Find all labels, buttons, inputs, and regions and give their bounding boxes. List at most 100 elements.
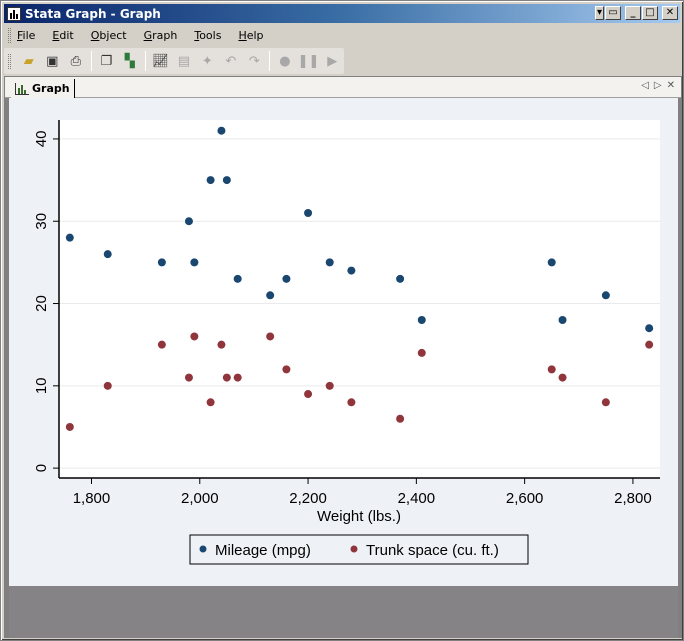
play-icon: ▶	[327, 53, 338, 69]
minimize-button[interactable]: _	[625, 6, 641, 20]
x-tick-label: 2,600	[506, 490, 544, 507]
toolbar-separator	[144, 51, 146, 71]
plot-region	[59, 120, 660, 478]
menu-edit[interactable]: Edit	[52, 29, 73, 42]
mileage-point	[157, 258, 166, 267]
trunk-point	[103, 381, 112, 390]
object-browser-button[interactable]: ▤	[173, 50, 195, 72]
menu-help[interactable]: Help	[238, 29, 263, 42]
print-graph-button[interactable]: ⎙	[65, 50, 87, 72]
mileage-point	[304, 208, 313, 217]
trunk-point	[547, 365, 556, 374]
menu-graph[interactable]: Graph	[144, 29, 178, 42]
undo-icon: ↶	[225, 53, 237, 69]
tab-strip: Graph ◁ ▷ ✕	[5, 77, 681, 98]
tab-graph[interactable]: Graph	[11, 79, 75, 98]
play-button[interactable]: ▶	[321, 50, 343, 72]
trunk-point	[266, 332, 275, 341]
window-menu-dropdown-button[interactable]: ▾	[595, 6, 604, 20]
close-icon: ✕	[665, 7, 675, 18]
toolbar-grip[interactable]	[8, 53, 11, 69]
undo-button[interactable]: ↶	[220, 50, 242, 72]
copy-graph-button[interactable]: ❐	[96, 50, 118, 72]
caret-down-icon: ▾	[596, 7, 603, 18]
trunk-point	[190, 332, 199, 341]
menubar-grip[interactable]	[8, 28, 11, 43]
mileage-point	[396, 274, 405, 283]
y-tick-label: 0	[33, 464, 50, 472]
legend-marker-mileage	[199, 545, 207, 553]
menu-tools[interactable]: Tools	[194, 29, 221, 42]
trunk-point	[601, 398, 610, 407]
document-area: Graph ◁ ▷ ✕ 0 10 20 30 40 1,800 2,000 2,200 2,40…	[4, 76, 682, 638]
record-button[interactable]: ●	[274, 50, 296, 72]
mileage-point	[217, 126, 226, 135]
x-tick-label: 2,400	[398, 490, 436, 507]
prev-tab-icon[interactable]: ◁	[641, 80, 649, 91]
menu-file[interactable]: File	[17, 29, 35, 42]
y-tick-label: 20	[33, 295, 50, 312]
trunk-point	[206, 398, 215, 407]
mileage-point	[190, 258, 199, 267]
mileage-point	[184, 217, 193, 226]
mileage-point	[417, 315, 426, 324]
stata-graph-app-icon	[7, 6, 21, 21]
trunk-point	[233, 373, 242, 382]
redo-icon: ↷	[248, 53, 260, 69]
next-tab-icon[interactable]: ▷	[654, 80, 662, 91]
trunk-point	[217, 340, 226, 349]
graph-region: 0 10 20 30 40 1,800 2,000 2,200 2,400 2,600 2,800 …	[9, 98, 678, 586]
title-bar: Stata Graph - Graph ▾ ▭ _ □ ✕	[4, 4, 680, 23]
x-tick-label: 2,800	[614, 490, 652, 507]
tab-graph-label: Graph	[32, 82, 70, 95]
empty-workspace	[9, 586, 678, 638]
legend-marker-trunk	[350, 545, 358, 553]
trunk-point	[304, 390, 313, 399]
mileage-point	[65, 233, 74, 242]
maximize-icon: □	[645, 7, 655, 18]
trunk-point	[325, 381, 334, 390]
trunk-point	[417, 348, 426, 357]
trunk-point	[347, 398, 356, 407]
open-graph-button[interactable]: ▰	[18, 50, 40, 72]
restore-document-button[interactable]: ▭	[605, 6, 621, 20]
trunk-point	[396, 414, 405, 423]
graph-editor-button[interactable]: 📈︎	[150, 50, 172, 72]
x-tick-label: 2,200	[289, 490, 327, 507]
save-icon: ▣	[46, 53, 59, 69]
pointer-button[interactable]: ✦	[197, 50, 219, 72]
mileage-point	[547, 258, 556, 267]
menu-bar: File Edit Object Graph Tools Help	[4, 26, 680, 45]
mileage-point	[266, 291, 275, 300]
mileage-point	[103, 250, 112, 259]
maximize-button[interactable]: □	[642, 6, 658, 20]
toolbar: ▰ ▣ ⎙ ❐ ▚ 📈︎ ▤ ✦ ↶ ↷ ● ❚❚ ▶	[4, 48, 344, 74]
mileage-point	[601, 291, 610, 300]
rename-graph-button[interactable]: ▚	[119, 50, 141, 72]
mileage-point	[233, 274, 242, 283]
folder-icon: ▰	[23, 53, 34, 69]
menu-object[interactable]: Object	[91, 29, 127, 42]
stata-graph-window: Stata Graph - Graph ▾ ▭ _ □ ✕ File Edit …	[0, 0, 684, 641]
toolbar-separator	[269, 51, 271, 71]
mileage-point	[282, 274, 291, 283]
trunk-point	[282, 365, 291, 374]
mileage-point	[222, 176, 231, 185]
legend-label-mileage: Mileage (mpg)	[215, 542, 311, 559]
save-graph-button[interactable]: ▣	[42, 50, 64, 72]
close-button[interactable]: ✕	[662, 6, 678, 20]
chart-edit-icon: 📈︎	[152, 53, 169, 69]
pause-button[interactable]: ❚❚	[298, 50, 320, 72]
graph-window-icon: ▚	[124, 53, 135, 69]
trunk-point	[184, 373, 193, 382]
redo-button[interactable]: ↷	[244, 50, 266, 72]
trunk-point	[65, 422, 74, 431]
legend: Mileage (mpg) Trunk space (cu. ft.)	[189, 534, 529, 565]
pause-icon: ❚❚	[297, 53, 320, 69]
browser-icon: ▤	[177, 53, 190, 69]
mileage-point	[206, 176, 215, 185]
x-tick-label: 1,800	[73, 490, 111, 507]
trunk-point	[222, 373, 231, 382]
print-icon: ⎙	[70, 53, 81, 69]
close-tab-icon[interactable]: ✕	[667, 80, 675, 91]
